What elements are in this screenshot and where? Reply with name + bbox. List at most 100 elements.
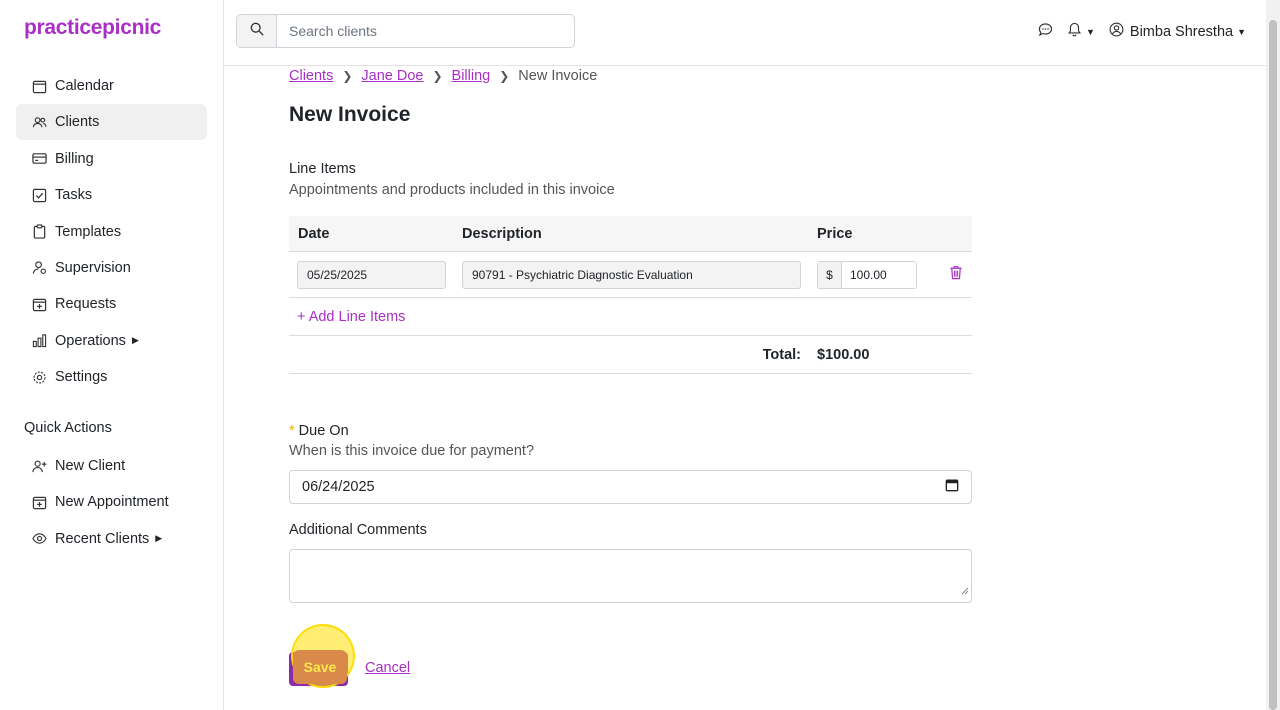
caret-down-icon: ▼ bbox=[1085, 26, 1095, 37]
checkbox-icon bbox=[32, 188, 47, 203]
calendar-plus-icon bbox=[32, 297, 47, 312]
chevron-right-icon: ❯ bbox=[499, 69, 510, 83]
due-on-label-text: Due On bbox=[298, 423, 349, 439]
page-title: New Invoice bbox=[289, 103, 411, 126]
column-header-description: Description bbox=[462, 226, 542, 242]
calendar-picker-icon[interactable] bbox=[945, 478, 959, 496]
line-item-description-field[interactable]: 90791 - Psychiatric Diagnostic Evaluatio… bbox=[462, 261, 801, 289]
comments-textarea[interactable] bbox=[289, 549, 972, 603]
top-right-actions: ▼ Bimba Shrestha ▼ bbox=[1024, 22, 1246, 41]
quick-actions-title: Quick Actions bbox=[24, 420, 112, 436]
sidebar-item-label: Billing bbox=[55, 150, 94, 167]
column-header-price: Price bbox=[817, 226, 853, 242]
resize-handle-icon[interactable] bbox=[961, 582, 969, 600]
sidebar-item-label: Calendar bbox=[55, 78, 114, 94]
bell-icon bbox=[1067, 22, 1082, 41]
bar-chart-icon bbox=[32, 333, 47, 348]
save-button-label[interactable]: Save bbox=[293, 650, 347, 684]
sidebar: practicepicnic Calendar Clients Billing … bbox=[0, 0, 224, 710]
sidebar-item-supervision[interactable]: Supervision bbox=[16, 250, 207, 286]
user-plus-icon bbox=[32, 459, 47, 474]
chat-button[interactable] bbox=[1038, 22, 1053, 41]
scrollbar-thumb[interactable] bbox=[1269, 20, 1277, 710]
chevron-right-icon: ❯ bbox=[342, 69, 353, 83]
line-items-table: Date Description Price 05/25/2025 90791 … bbox=[289, 216, 972, 374]
search-box bbox=[236, 14, 575, 48]
supervision-icon bbox=[32, 260, 47, 275]
chat-bubble-icon bbox=[1038, 22, 1053, 41]
sidebar-item-requests[interactable]: Requests bbox=[16, 286, 207, 322]
line-items-label: Line Items bbox=[289, 161, 356, 177]
sidebar-item-operations[interactable]: Operations ▶ bbox=[16, 323, 207, 359]
sidebar-item-settings[interactable]: Settings bbox=[16, 359, 207, 395]
sidebar-item-billing[interactable]: Billing bbox=[16, 141, 207, 177]
notifications-button[interactable]: ▼ bbox=[1067, 22, 1095, 41]
sidebar-item-label: Requests bbox=[55, 296, 117, 313]
breadcrumb: Clients ❯ Jane Doe ❯ Billing ❯ New Invoice bbox=[289, 68, 597, 84]
add-line-row: + Add Line Items bbox=[289, 298, 972, 336]
quick-actions: New Client New Appointment Recent Client… bbox=[16, 448, 207, 557]
sidebar-item-tasks[interactable]: Tasks bbox=[16, 177, 207, 213]
sidebar-item-label: Supervision bbox=[55, 259, 131, 276]
table-row: 05/25/2025 90791 - Psychiatric Diagnosti… bbox=[289, 252, 972, 298]
top-bar: ▼ Bimba Shrestha ▼ bbox=[224, 0, 1266, 66]
comments-label: Additional Comments bbox=[289, 522, 427, 538]
quick-action-new-appointment[interactable]: New Appointment bbox=[16, 484, 207, 520]
due-on-date-value: 06/24/2025 bbox=[302, 479, 375, 495]
user-name: Bimba Shrestha bbox=[1129, 23, 1234, 40]
required-marker: * bbox=[289, 423, 295, 439]
sidebar-nav: Calendar Clients Billing Tasks Templates bbox=[16, 68, 207, 396]
line-item-date-field[interactable]: 05/25/2025 bbox=[297, 261, 446, 289]
sidebar-item-label: Operations bbox=[55, 332, 126, 349]
sidebar-item-templates[interactable]: Templates bbox=[16, 214, 207, 250]
total-value: $100.00 bbox=[817, 347, 870, 363]
app-logo[interactable]: practicepicnic bbox=[24, 16, 161, 40]
trash-icon[interactable] bbox=[949, 265, 963, 285]
search-button[interactable] bbox=[237, 15, 277, 47]
user-menu[interactable]: Bimba Shrestha ▼ bbox=[1109, 22, 1246, 41]
sidebar-item-label: Tasks bbox=[55, 187, 93, 204]
breadcrumb-billing[interactable]: Billing bbox=[452, 68, 491, 84]
due-on-label: * Due On bbox=[289, 423, 349, 439]
user-circle-icon bbox=[1109, 22, 1124, 41]
search-input[interactable] bbox=[277, 15, 574, 47]
due-on-date-input[interactable]: 06/24/2025 bbox=[289, 470, 972, 504]
gear-icon bbox=[32, 370, 47, 385]
column-header-date: Date bbox=[298, 226, 330, 242]
chevron-right-icon: ❯ bbox=[432, 69, 443, 83]
line-items-help: Appointments and products included in th… bbox=[289, 182, 615, 198]
breadcrumb-clients[interactable]: Clients bbox=[289, 68, 333, 84]
sidebar-item-clients[interactable]: Clients bbox=[16, 104, 207, 141]
breadcrumb-current: New Invoice bbox=[518, 68, 598, 84]
quick-action-new-client[interactable]: New Client bbox=[16, 448, 207, 484]
sidebar-item-label: Clients bbox=[55, 114, 100, 131]
calendar-plus-icon bbox=[32, 495, 47, 510]
currency-prefix: $ bbox=[818, 262, 842, 288]
breadcrumb-client[interactable]: Jane Doe bbox=[361, 68, 423, 84]
quick-action-recent-clients[interactable]: Recent Clients ▶ bbox=[16, 521, 207, 557]
sidebar-item-label: Templates bbox=[55, 223, 122, 240]
total-row: Total: $100.00 bbox=[289, 336, 972, 374]
cancel-link[interactable]: Cancel bbox=[365, 660, 410, 676]
line-item-price-group: $ 100.00 bbox=[817, 261, 917, 289]
search-icon bbox=[250, 22, 264, 41]
eye-icon bbox=[32, 531, 47, 546]
caret-down-icon: ▼ bbox=[1237, 26, 1246, 37]
quick-action-label: New Appointment bbox=[55, 494, 169, 511]
scrollbar[interactable] bbox=[1266, 0, 1280, 710]
sidebar-item-label: Settings bbox=[55, 369, 108, 386]
quick-action-label: Recent Clients bbox=[55, 530, 150, 547]
sidebar-item-calendar[interactable]: Calendar bbox=[16, 68, 207, 104]
table-header: Date Description Price bbox=[289, 216, 972, 252]
clipboard-icon bbox=[32, 224, 47, 239]
credit-card-icon bbox=[32, 151, 47, 166]
users-icon bbox=[32, 115, 47, 130]
caret-right-icon: ▶ bbox=[131, 335, 139, 346]
line-item-price-input[interactable]: 100.00 bbox=[842, 262, 916, 288]
total-label: Total: bbox=[762, 347, 801, 363]
calendar-icon bbox=[32, 79, 47, 94]
add-line-items-button[interactable]: + Add Line Items bbox=[297, 309, 405, 325]
quick-action-label: New Client bbox=[55, 458, 126, 474]
caret-right-icon: ▶ bbox=[155, 533, 163, 544]
due-on-help: When is this invoice due for payment? bbox=[289, 443, 535, 459]
